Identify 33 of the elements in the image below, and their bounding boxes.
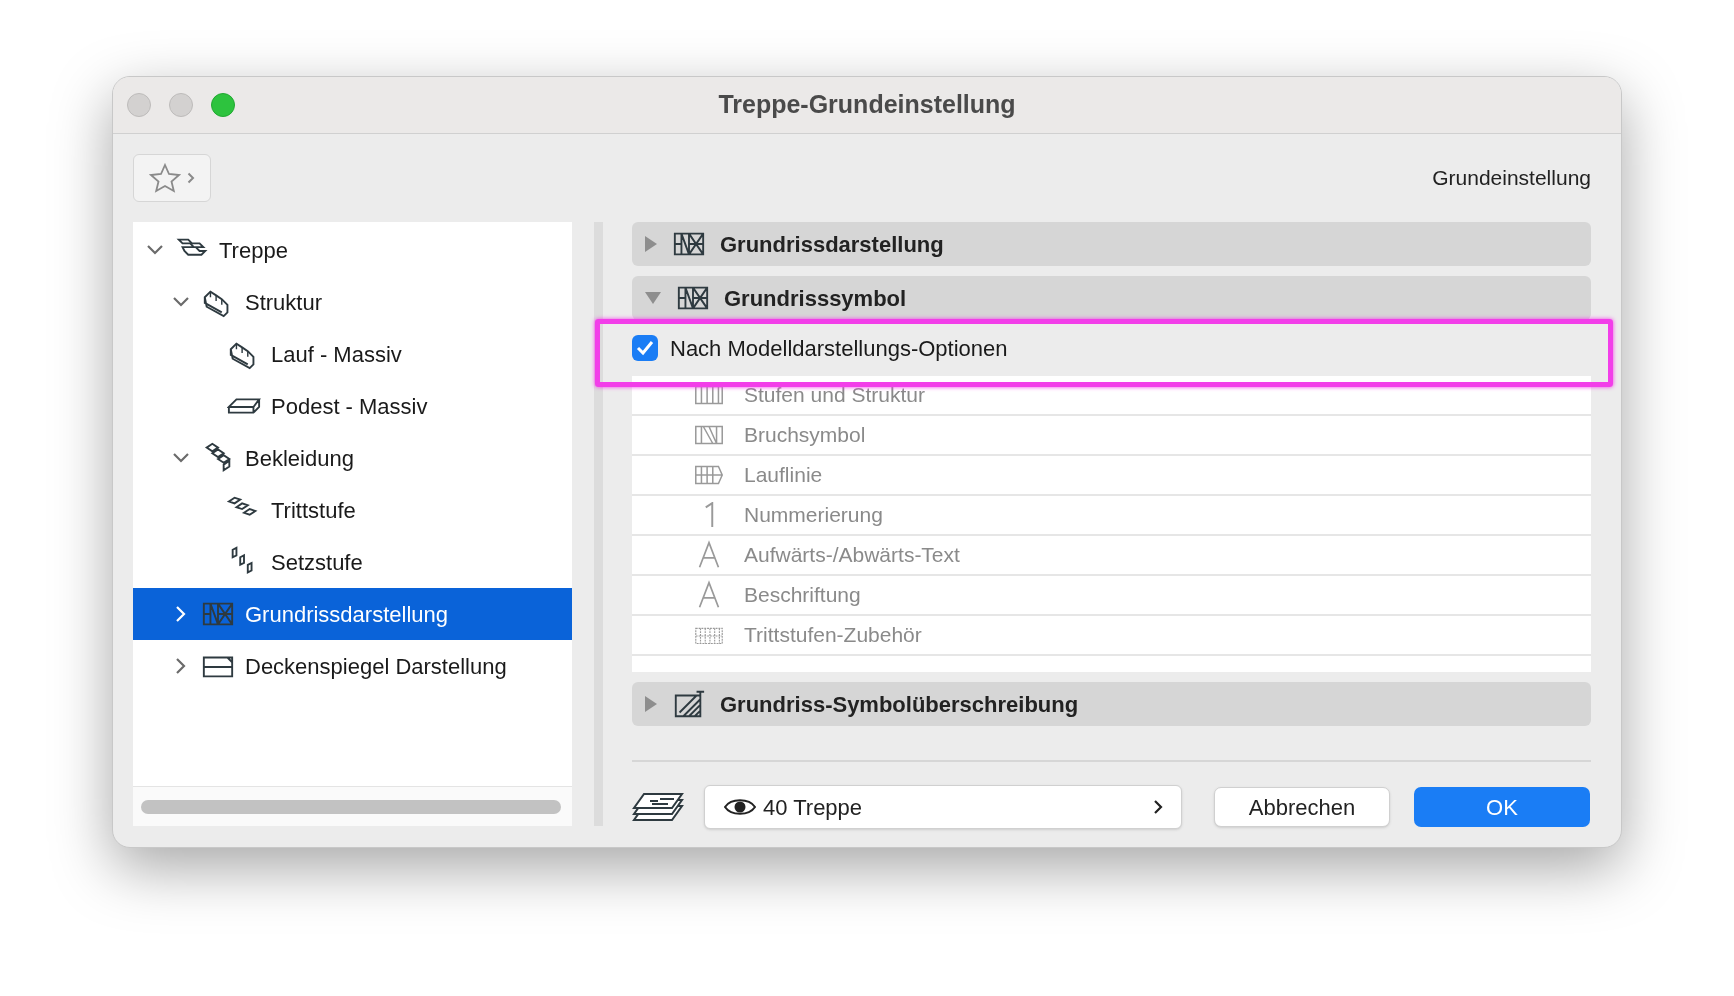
scrollbar-thumb[interactable] [141, 799, 561, 814]
numeral-icon [704, 502, 714, 528]
triangle-right-icon [644, 235, 658, 253]
tree-item[interactable]: Podest - Massiv [133, 380, 572, 432]
tree-item[interactable]: Bekleidung [133, 432, 572, 484]
checkbox[interactable] [632, 335, 658, 361]
checkmark-icon [636, 340, 654, 356]
tree-item[interactable]: Setzstufe [133, 536, 572, 588]
triangle-down-icon [644, 291, 662, 305]
preset-label: Grundeinstellung [1432, 165, 1591, 192]
tree-item[interactable]: Lauf - Massiv [133, 328, 572, 380]
zoom-button[interactable] [211, 93, 235, 117]
tree-item[interactable]: Deckenspiegel Darstellung [133, 640, 572, 692]
window-title: Treppe-Grundeinstellung [718, 89, 1016, 121]
section-header[interactable]: Grundrissdarstellung [632, 222, 1591, 266]
checkbox-label: Nach Modelldarstellungs-Optionen [670, 334, 1008, 363]
triangle-right-icon [644, 695, 658, 713]
tree-item[interactable]: Struktur [133, 276, 572, 328]
tree-item[interactable]: Treppe [133, 224, 572, 276]
section-header[interactable]: Grundriss-Symbolüberschreibung [632, 682, 1591, 726]
eye-icon [723, 797, 757, 817]
favorites-button[interactable] [133, 154, 211, 202]
dialog-button[interactable]: OK [1414, 787, 1590, 827]
layers-icon [632, 790, 684, 824]
chevron-right-icon [1153, 799, 1163, 815]
star-icon [149, 163, 181, 193]
chevron-right-icon [187, 172, 195, 184]
section-header[interactable]: Grundrisssymbol [632, 276, 1591, 320]
tree-item[interactable]: Grundrissdarstellung [133, 588, 572, 640]
dialog-button[interactable]: Abbrechen [1214, 787, 1390, 827]
tree-item[interactable]: Trittstufe [133, 484, 572, 536]
layer-dropdown[interactable]: 40 Treppe [704, 785, 1182, 829]
splitter[interactable] [594, 222, 603, 826]
